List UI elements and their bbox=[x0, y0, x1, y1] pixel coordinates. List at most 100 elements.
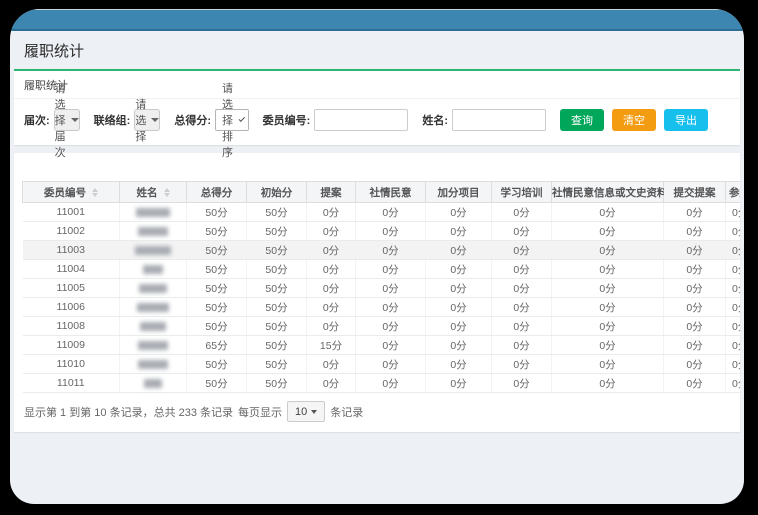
page-size-label: 每页显示 bbox=[238, 404, 282, 420]
filter-row: 届次: 请选择届次 联络组: 请选择 总得分: 请选择排序 bbox=[14, 99, 740, 145]
score-cell: 50分 bbox=[187, 317, 247, 336]
score-cell: 0分 bbox=[552, 203, 664, 222]
score-cell: 50分 bbox=[187, 260, 247, 279]
table-row-11005[interactable]: 1100550分50分0分0分0分0分0分0分0分 bbox=[23, 279, 741, 298]
export-button[interactable]: 导出 bbox=[664, 109, 708, 131]
redacted-name bbox=[144, 379, 162, 388]
name-cell bbox=[120, 260, 187, 279]
member-id-cell: 11002 bbox=[23, 222, 120, 241]
score-cell: 0分 bbox=[356, 298, 426, 317]
member-id-cell: 11006 bbox=[23, 298, 120, 317]
member-id-cell: 11001 bbox=[23, 203, 120, 222]
score-sort-select[interactable]: 请选择排序 bbox=[215, 109, 249, 131]
score-cell: 0分 bbox=[552, 374, 664, 393]
member-id-label: 委员编号: bbox=[263, 112, 311, 128]
score-cell: 0分 bbox=[726, 298, 741, 317]
score-cell: 0分 bbox=[356, 241, 426, 260]
column-header-1[interactable]: 委员编号 bbox=[23, 182, 120, 203]
filter-panel: 履职统计 届次: 请选择届次 联络组: 请选择 总得分: 请选择排序 bbox=[14, 69, 740, 145]
liaison-group-dropdown[interactable]: 请选择 bbox=[134, 109, 160, 131]
pagination-bar: 显示第 1 到第 10 条记录，总共 233 条记录 每页显示 10 条记录 bbox=[22, 393, 740, 424]
score-cell: 0分 bbox=[426, 222, 492, 241]
redacted-name bbox=[136, 208, 170, 217]
table-scroll-area[interactable]: 委员编号姓名总得分初始分提案社情民意加分项目学习培训社情民意信息或文史资料提交提… bbox=[22, 181, 740, 393]
column-header-11: 参加活动 bbox=[726, 182, 741, 203]
session-dropdown-value: 请选择届次 bbox=[55, 80, 66, 160]
table-row-11010[interactable]: 1101050分50分0分0分0分0分0分0分0分 bbox=[23, 355, 741, 374]
score-cell: 0分 bbox=[726, 260, 741, 279]
score-cell: 0分 bbox=[307, 279, 356, 298]
score-cell: 0分 bbox=[664, 317, 726, 336]
score-cell: 0分 bbox=[492, 374, 552, 393]
chevron-down-icon bbox=[239, 116, 245, 122]
score-cell: 50分 bbox=[247, 203, 307, 222]
page-size-value: 10 bbox=[295, 406, 307, 418]
search-button[interactable]: 查询 bbox=[560, 109, 604, 131]
redacted-name bbox=[143, 265, 163, 274]
redacted-name bbox=[135, 246, 171, 255]
score-cell: 50分 bbox=[187, 279, 247, 298]
score-cell: 50分 bbox=[187, 355, 247, 374]
score-cell: 0分 bbox=[356, 317, 426, 336]
column-header-6: 社情民意 bbox=[356, 182, 426, 203]
score-cell: 0分 bbox=[356, 279, 426, 298]
member-id-input[interactable] bbox=[314, 109, 408, 131]
score-cell: 0分 bbox=[307, 355, 356, 374]
screen-background: 履职统计 履职统计 届次: 请选择届次 联络组: 请选择 总得分: bbox=[0, 0, 758, 515]
table-row-11003[interactable]: 1100350分50分0分0分0分0分0分0分0分 bbox=[23, 241, 741, 260]
score-cell: 0分 bbox=[552, 241, 664, 260]
score-cell: 0分 bbox=[552, 317, 664, 336]
name-cell bbox=[120, 241, 187, 260]
table-row-11002[interactable]: 1100250分50分0分0分0分0分0分0分0分 bbox=[23, 222, 741, 241]
score-cell: 50分 bbox=[187, 374, 247, 393]
score-cell: 50分 bbox=[247, 241, 307, 260]
score-cell: 0分 bbox=[426, 355, 492, 374]
session-dropdown[interactable]: 请选择届次 bbox=[54, 109, 80, 131]
score-cell: 0分 bbox=[356, 203, 426, 222]
score-cell: 0分 bbox=[552, 279, 664, 298]
sort-icon[interactable] bbox=[92, 188, 98, 197]
page-size-dropdown[interactable]: 10 bbox=[287, 401, 325, 422]
score-cell: 0分 bbox=[307, 374, 356, 393]
table-row-11009[interactable]: 1100965分50分15分0分0分0分0分0分0分 bbox=[23, 336, 741, 355]
table-row-11011[interactable]: 1101150分50分0分0分0分0分0分0分0分 bbox=[23, 374, 741, 393]
score-cell: 0分 bbox=[426, 374, 492, 393]
score-cell: 0分 bbox=[664, 279, 726, 298]
name-cell bbox=[120, 203, 187, 222]
table-row-11004[interactable]: 1100450分50分0分0分0分0分0分0分0分 bbox=[23, 260, 741, 279]
table-row-11001[interactable]: 1100150分50分0分0分0分0分0分0分0分 bbox=[23, 203, 741, 222]
score-cell: 0分 bbox=[664, 203, 726, 222]
column-header-2[interactable]: 姓名 bbox=[120, 182, 187, 203]
score-cell: 0分 bbox=[552, 298, 664, 317]
column-header-label: 总得分 bbox=[201, 187, 233, 199]
score-cell: 0分 bbox=[426, 298, 492, 317]
score-cell: 50分 bbox=[247, 279, 307, 298]
member-id-cell: 11010 bbox=[23, 355, 120, 374]
name-input[interactable] bbox=[452, 109, 546, 131]
member-id-cell: 11003 bbox=[23, 241, 120, 260]
score-cell: 0分 bbox=[664, 298, 726, 317]
liaison-group-dropdown-value: 请选择 bbox=[135, 96, 146, 144]
column-header-label: 委员编号 bbox=[44, 187, 86, 199]
page-title: 履职统计 bbox=[14, 31, 740, 69]
total-score-label: 总得分: bbox=[174, 112, 211, 128]
score-cell: 0分 bbox=[726, 241, 741, 260]
score-cell: 0分 bbox=[492, 279, 552, 298]
caret-down-icon bbox=[311, 410, 317, 414]
column-header-label: 学习培训 bbox=[501, 187, 543, 199]
column-header-label: 姓名 bbox=[137, 187, 158, 199]
score-cell: 0分 bbox=[426, 203, 492, 222]
score-cell: 0分 bbox=[664, 374, 726, 393]
table-row-11008[interactable]: 1100850分50分0分0分0分0分0分0分0分 bbox=[23, 317, 741, 336]
score-cell: 0分 bbox=[726, 279, 741, 298]
clear-button[interactable]: 清空 bbox=[612, 109, 656, 131]
sort-icon[interactable] bbox=[164, 188, 170, 197]
caret-down-icon bbox=[71, 118, 79, 122]
score-cell: 50分 bbox=[247, 298, 307, 317]
score-cell: 50分 bbox=[247, 374, 307, 393]
score-cell: 15分 bbox=[307, 336, 356, 355]
column-header-8: 学习培训 bbox=[492, 182, 552, 203]
table-row-11006[interactable]: 1100650分50分0分0分0分0分0分0分0分 bbox=[23, 298, 741, 317]
score-cell: 0分 bbox=[664, 336, 726, 355]
name-cell bbox=[120, 317, 187, 336]
